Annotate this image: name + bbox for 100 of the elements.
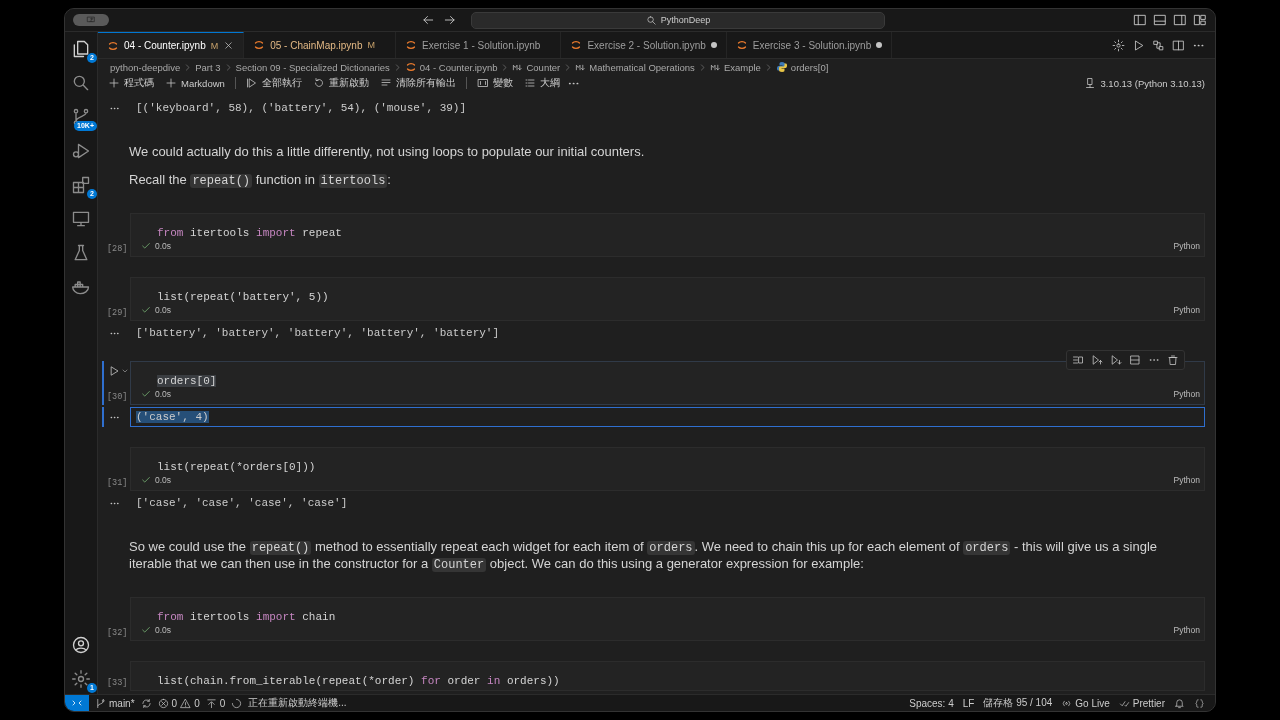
variables-icon bbox=[476, 77, 489, 89]
variables-button[interactable]: 變數 bbox=[472, 76, 517, 90]
run-all-button[interactable]: 全部執行 bbox=[241, 76, 306, 90]
run-debug-icon[interactable] bbox=[71, 141, 91, 161]
go-live-button[interactable]: Go Live bbox=[1061, 697, 1110, 709]
check-icon bbox=[141, 389, 151, 399]
secondary-sidebar-icon[interactable] bbox=[1173, 13, 1187, 27]
breadcrumb-item[interactable]: Counter bbox=[526, 61, 561, 73]
execution-time: 0.0s bbox=[155, 625, 172, 635]
cell-language[interactable]: Python bbox=[1173, 625, 1200, 635]
braces-icon[interactable] bbox=[1194, 697, 1205, 709]
extensions-icon[interactable] bbox=[71, 175, 91, 195]
monitor-icon[interactable] bbox=[71, 209, 91, 229]
notebook-icon bbox=[404, 61, 417, 73]
person-screen-icon bbox=[86, 15, 96, 25]
run-below-icon[interactable] bbox=[1110, 354, 1122, 366]
code-cell[interactable]: from itertools import repeat 0.0s Python bbox=[130, 213, 1205, 257]
notebook-icon bbox=[253, 39, 266, 51]
files-icon[interactable] bbox=[71, 39, 91, 59]
clear-button[interactable]: 清除所有輸出 bbox=[375, 76, 460, 90]
chevron-icon bbox=[500, 62, 510, 72]
close-icon[interactable] bbox=[223, 40, 235, 51]
remote-button[interactable] bbox=[65, 695, 89, 711]
breadcrumb-item[interactable]: 04 - Counter.ipynb bbox=[419, 61, 498, 73]
delete-icon[interactable] bbox=[1167, 354, 1179, 366]
run-above-icon[interactable] bbox=[1091, 354, 1103, 366]
sidebar-toggle-icon[interactable] bbox=[1133, 13, 1147, 27]
screen-share-button[interactable] bbox=[73, 14, 109, 26]
editor-tab[interactable]: Exercise 3 - Solution.ipynb bbox=[726, 32, 893, 58]
breadcrumb-item[interactable]: Section 09 - Specialized Dictionaries bbox=[235, 61, 390, 73]
cell-language[interactable]: Python bbox=[1173, 305, 1200, 315]
execution-count: [28] bbox=[107, 244, 128, 254]
editor-tab[interactable]: 05 - ChainMap.ipynb M bbox=[244, 32, 396, 58]
code-line: from itertools import repeat bbox=[157, 227, 342, 239]
breadcrumb-item[interactable]: Part 3 bbox=[195, 61, 221, 73]
branch-button[interactable]: main* bbox=[95, 697, 135, 709]
editor-tab[interactable]: Exercise 2 - Solution.ipynb bbox=[561, 32, 727, 58]
unsaved-dot bbox=[710, 42, 717, 48]
breadcrumb-item[interactable]: python-deepdive bbox=[110, 61, 181, 73]
cell-language[interactable]: Python bbox=[1173, 389, 1200, 399]
split-editor-icon[interactable] bbox=[1172, 38, 1185, 52]
outline-icon bbox=[523, 77, 536, 89]
settings-icon[interactable] bbox=[71, 669, 91, 689]
plus-icon bbox=[165, 77, 177, 89]
add-cell-button[interactable]: 程式碼 bbox=[104, 76, 158, 90]
breadcrumb-item[interactable]: Mathematical Operations bbox=[589, 61, 695, 73]
cell-language[interactable]: Python bbox=[1173, 241, 1200, 251]
status-item[interactable]: LF bbox=[962, 697, 975, 709]
code-line: list(repeat('battery', 5)) bbox=[157, 291, 329, 303]
play-icon[interactable] bbox=[1132, 38, 1145, 52]
check-icon bbox=[141, 241, 151, 251]
kernel-button[interactable]: 3.10.13 (Python 3.10.13) bbox=[1080, 77, 1209, 89]
split-cell-icon[interactable] bbox=[1129, 354, 1141, 366]
editor-tab[interactable]: 04 - Counter.ipynb M bbox=[98, 32, 245, 58]
settings-icon[interactable] bbox=[1112, 38, 1125, 52]
bell-icon[interactable] bbox=[1174, 697, 1185, 709]
notebook-icon bbox=[405, 39, 417, 51]
add-cell-button[interactable]: Markdown bbox=[161, 77, 229, 89]
sync-icon[interactable] bbox=[140, 697, 152, 709]
formatter-button[interactable]: Prettier bbox=[1118, 697, 1165, 709]
code-cell[interactable]: list(repeat('battery', 5)) 0.0s Python bbox=[130, 277, 1205, 321]
cell-output: ['case', 'case', 'case', 'case'] bbox=[136, 497, 348, 509]
problems-button[interactable]: 0 0 bbox=[157, 697, 200, 709]
execution-time: 0.0s bbox=[155, 475, 172, 485]
markdown-paragraph: So we could use the repeat() method to essentially repeat each widget for each item of orders. We need to chain this up for each element of orders - this will give us a single iterable that we can then use in the constructor for a Counter object. We can do this using a generator expression for example: bbox=[129, 539, 1159, 573]
markdown-paragraph: Recall the repeat() function in itertools: bbox=[129, 172, 392, 189]
panel-toggle-icon[interactable] bbox=[1153, 13, 1167, 27]
chevron-icon bbox=[563, 62, 573, 72]
compare-icon[interactable] bbox=[1152, 38, 1165, 52]
status-item[interactable]: Spaces: 4 bbox=[909, 697, 954, 709]
restart-button[interactable]: 重新啟動 bbox=[308, 76, 373, 90]
execution-count: [30] bbox=[107, 392, 128, 402]
run-cell-icon[interactable] bbox=[108, 365, 120, 377]
back-icon[interactable] bbox=[421, 13, 435, 27]
cell-language[interactable]: Python bbox=[1173, 475, 1200, 485]
search-field[interactable]: PythonDeep bbox=[471, 11, 885, 29]
cell-output: ('case', 4) bbox=[136, 411, 209, 423]
search-icon bbox=[645, 14, 657, 26]
editor-tab[interactable]: Exercise 1 - Solution.ipynb bbox=[396, 32, 562, 58]
run-by-line-icon[interactable] bbox=[1072, 354, 1084, 366]
forward-icon[interactable] bbox=[443, 13, 457, 27]
status-message: 正在重新啟動終端機... bbox=[248, 696, 347, 710]
code-cell[interactable]: list(chain.from_iterable(repeat(*order) for order in orders)) bbox=[130, 661, 1205, 691]
code-cell[interactable]: list(repeat(*orders[0])) 0.0s Python bbox=[130, 447, 1205, 491]
status-item[interactable]: 儲存格 95 / 104 bbox=[983, 696, 1053, 710]
clear-icon bbox=[379, 77, 392, 89]
breadcrumb-item[interactable]: orders[0] bbox=[790, 61, 829, 73]
execution-count: [31] bbox=[107, 478, 128, 488]
check-icon bbox=[141, 305, 151, 315]
account-icon[interactable] bbox=[71, 635, 91, 655]
chevron-down-icon[interactable] bbox=[121, 367, 129, 375]
outline-button[interactable]: 大綱 bbox=[519, 76, 564, 90]
kernel-icon bbox=[1084, 77, 1097, 89]
layout-icon[interactable] bbox=[1193, 13, 1207, 27]
breadcrumb-item[interactable]: Example bbox=[723, 61, 761, 73]
code-cell[interactable]: from itertools import chain 0.0s Python bbox=[130, 597, 1205, 641]
ports-button[interactable]: 0 bbox=[205, 697, 226, 709]
execution-time: 0.0s bbox=[155, 241, 172, 251]
search-icon[interactable] bbox=[71, 73, 91, 93]
code-cell[interactable]: orders[0] 0.0s Python bbox=[130, 361, 1205, 405]
